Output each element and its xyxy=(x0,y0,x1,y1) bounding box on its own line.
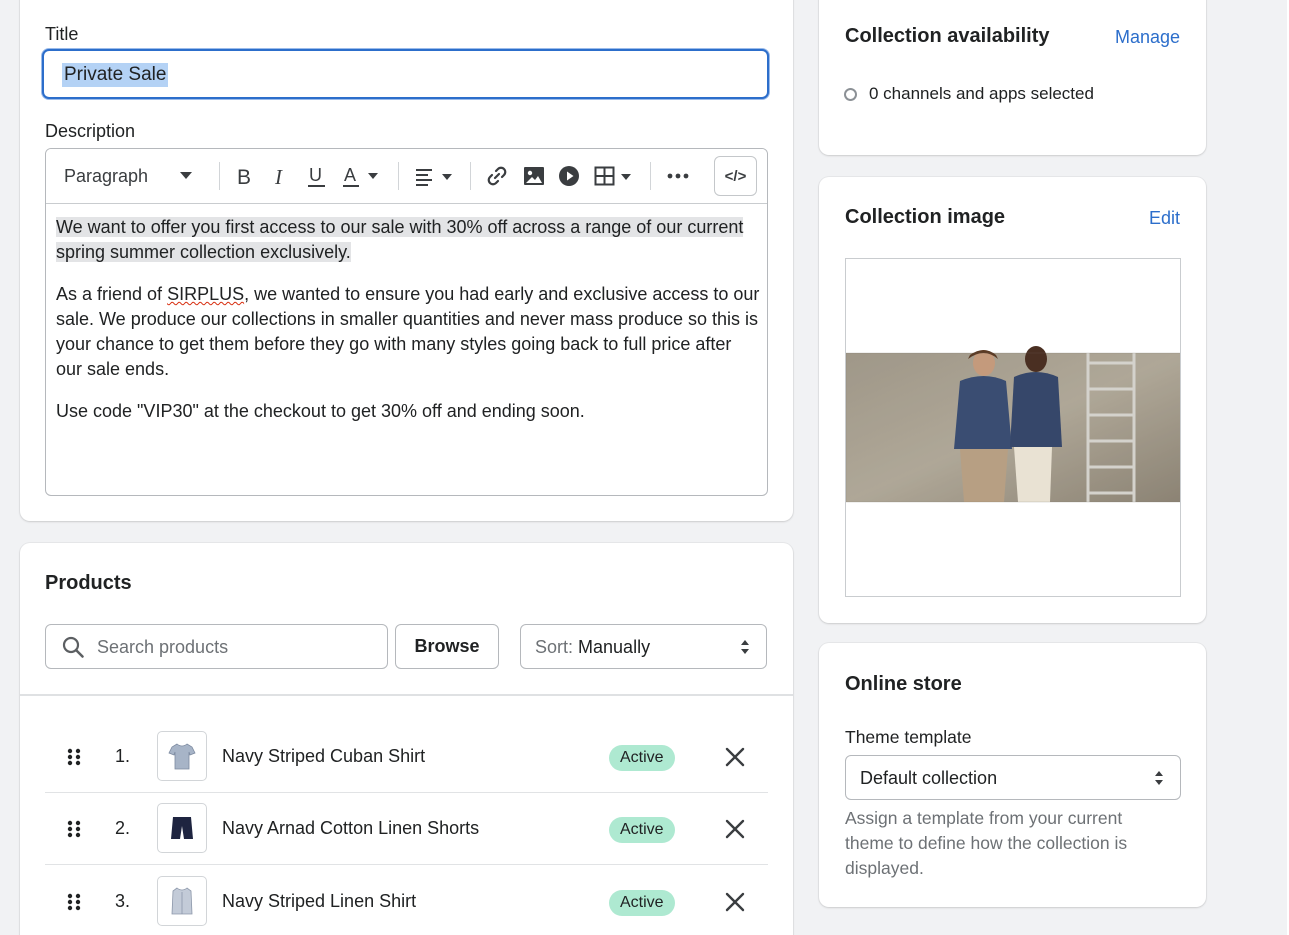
availability-status: 0 channels and apps selected xyxy=(844,84,1094,104)
availability-card xyxy=(819,0,1206,155)
theme-template-value: Default collection xyxy=(860,768,998,788)
collection-image[interactable] xyxy=(845,258,1181,597)
search-products-input[interactable]: Search products xyxy=(45,624,388,669)
table-icon[interactable] xyxy=(594,163,634,189)
shorts-icon xyxy=(171,817,193,839)
availability-status-text: 0 channels and apps selected xyxy=(869,84,1094,103)
online-store-heading: Online store xyxy=(845,673,962,695)
product-name[interactable]: Navy Arnad Cotton Linen Shorts xyxy=(222,818,479,839)
select-arrows-icon xyxy=(741,640,749,654)
chevron-down-icon xyxy=(180,172,193,179)
status-badge: Active xyxy=(609,817,675,843)
row-index: 2. xyxy=(115,818,131,838)
bold-icon[interactable]: B xyxy=(236,163,254,189)
drag-handle-icon[interactable] xyxy=(67,820,81,838)
toolbar-divider xyxy=(650,162,651,190)
shirt-icon xyxy=(171,887,193,915)
toolbar-divider xyxy=(398,162,399,190)
svg-text:I: I xyxy=(274,165,283,187)
edit-image-link[interactable]: Edit xyxy=(1149,208,1180,229)
more-icon[interactable] xyxy=(666,163,690,189)
shirt-icon xyxy=(168,743,196,770)
editor-content[interactable]: We want to offer you first access to our… xyxy=(56,215,762,441)
paragraph-dropdown[interactable]: Paragraph xyxy=(64,163,193,189)
status-ring-icon xyxy=(844,87,857,101)
status-badge: Active xyxy=(609,745,675,771)
align-icon[interactable] xyxy=(415,163,455,189)
underline-icon[interactable]: U xyxy=(307,163,327,189)
products-divider xyxy=(20,694,793,696)
product-name[interactable]: Navy Striped Linen Shirt xyxy=(222,891,416,912)
toolbar-divider xyxy=(219,162,220,190)
close-icon[interactable] xyxy=(725,892,745,912)
editor-toolbar: Paragraph B I U A </> xyxy=(46,149,767,204)
description-label: Description xyxy=(45,121,136,141)
row-index: 1. xyxy=(115,746,131,766)
title-input[interactable]: Private Sale xyxy=(42,49,769,99)
drag-handle-icon[interactable] xyxy=(67,748,81,766)
sort-key-label: Sort: xyxy=(535,637,574,657)
availability-heading: Collection availability xyxy=(845,25,1050,47)
svg-text:B: B xyxy=(237,166,251,187)
svg-text:A: A xyxy=(344,165,356,185)
video-icon[interactable] xyxy=(558,163,580,189)
table-row[interactable]: 2. Navy Arnad Cotton Linen Shorts Active xyxy=(45,793,768,865)
title-label: Title xyxy=(45,24,79,44)
close-icon[interactable] xyxy=(725,747,745,767)
product-thumbnail xyxy=(157,803,207,853)
image-icon[interactable] xyxy=(523,163,545,189)
italic-icon[interactable]: I xyxy=(273,163,289,189)
paragraph-1: We want to offer you first access to our… xyxy=(56,217,744,262)
collection-photo xyxy=(846,346,1180,503)
link-icon[interactable] xyxy=(486,163,508,189)
code-icon[interactable]: </> xyxy=(714,156,757,196)
table-row[interactable]: 3. Navy Striped Linen Shirt Active xyxy=(45,866,768,935)
brand-name-misspelled: SIRPLUS xyxy=(167,284,245,304)
sort-value: Manually xyxy=(578,637,651,657)
paragraph-label: Paragraph xyxy=(64,165,149,186)
collection-image-heading: Collection image xyxy=(845,206,1006,228)
search-placeholder: Search products xyxy=(97,637,229,657)
row-divider xyxy=(45,864,768,865)
manage-link[interactable]: Manage xyxy=(1115,27,1180,48)
toolbar-divider xyxy=(470,162,471,190)
product-thumbnail xyxy=(157,731,207,781)
svg-text:U: U xyxy=(309,165,322,185)
paragraph-2-start: As a friend of xyxy=(56,284,168,304)
text-color-icon[interactable]: A xyxy=(343,163,379,189)
products-heading: Products xyxy=(45,572,132,594)
product-thumbnail xyxy=(157,876,207,926)
theme-template-select[interactable]: Default collection xyxy=(845,755,1181,800)
theme-template-help-text: Assign a template from your current them… xyxy=(845,808,1128,878)
title-input-value[interactable]: Private Sale xyxy=(62,63,169,87)
description-editor[interactable]: Paragraph B I U A </> We want to offer y… xyxy=(45,148,768,496)
table-row[interactable]: 1. Navy Striped Cuban Shirt Active xyxy=(45,721,768,793)
close-icon[interactable] xyxy=(725,819,745,839)
paragraph-3: Use code "VIP30" at the checkout to get … xyxy=(56,401,585,421)
browse-button[interactable]: Browse xyxy=(395,624,499,669)
paragraph-2: As a friend of SIRPLUS, we wanted to ens… xyxy=(56,282,762,382)
select-arrows-icon xyxy=(1155,771,1163,785)
sort-select[interactable]: Sort: Manually xyxy=(520,624,767,669)
drag-handle-icon[interactable] xyxy=(67,893,81,911)
row-index: 3. xyxy=(115,891,131,911)
theme-template-label: Theme template xyxy=(845,727,972,747)
product-name[interactable]: Navy Striped Cuban Shirt xyxy=(222,746,425,767)
status-badge: Active xyxy=(609,890,675,916)
search-icon xyxy=(62,636,84,658)
